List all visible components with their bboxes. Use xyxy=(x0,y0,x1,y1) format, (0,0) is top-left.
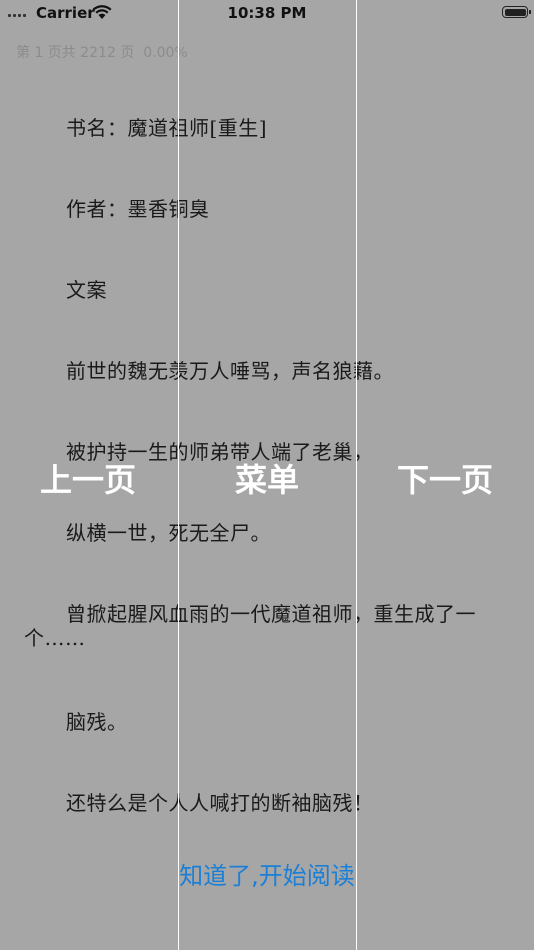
paragraph: 文案 xyxy=(66,278,107,302)
paragraph: 书名：魔道祖师[重生] xyxy=(66,116,268,140)
status-time: 10:38 PM xyxy=(227,4,307,22)
reader-screen: Carrier 10:38 PM 第 1 页共 2212 页 0.00% 书名：… xyxy=(0,0,534,950)
menu-button[interactable]: 菜单 xyxy=(235,455,299,501)
paragraph: 脑残。 xyxy=(66,710,128,734)
zone-divider-right xyxy=(356,0,357,950)
status-bar: Carrier 10:38 PM xyxy=(0,0,534,28)
prev-page-button[interactable]: 上一页 xyxy=(40,455,136,501)
paragraph: 还特么是个人人喊打的断袖脑残！ xyxy=(66,791,374,815)
paragraph: 前世的魏无羡万人唾骂，声名狼藉。 xyxy=(66,359,394,383)
page-progress: 第 1 页共 2212 页 0.00% xyxy=(16,45,188,61)
paragraph: 曾掀起腥风血雨的一代魔道祖师，重生成了一个…… xyxy=(24,602,476,650)
next-page-button[interactable]: 下一页 xyxy=(397,455,493,501)
paragraph: 纵横一世，死无全尸。 xyxy=(66,521,271,545)
zone-divider-left xyxy=(178,0,179,950)
battery-icon xyxy=(502,6,531,18)
paragraph: 作者：墨香铜臭 xyxy=(66,197,210,221)
start-reading-button[interactable]: 知道了,开始阅读 xyxy=(0,856,534,891)
